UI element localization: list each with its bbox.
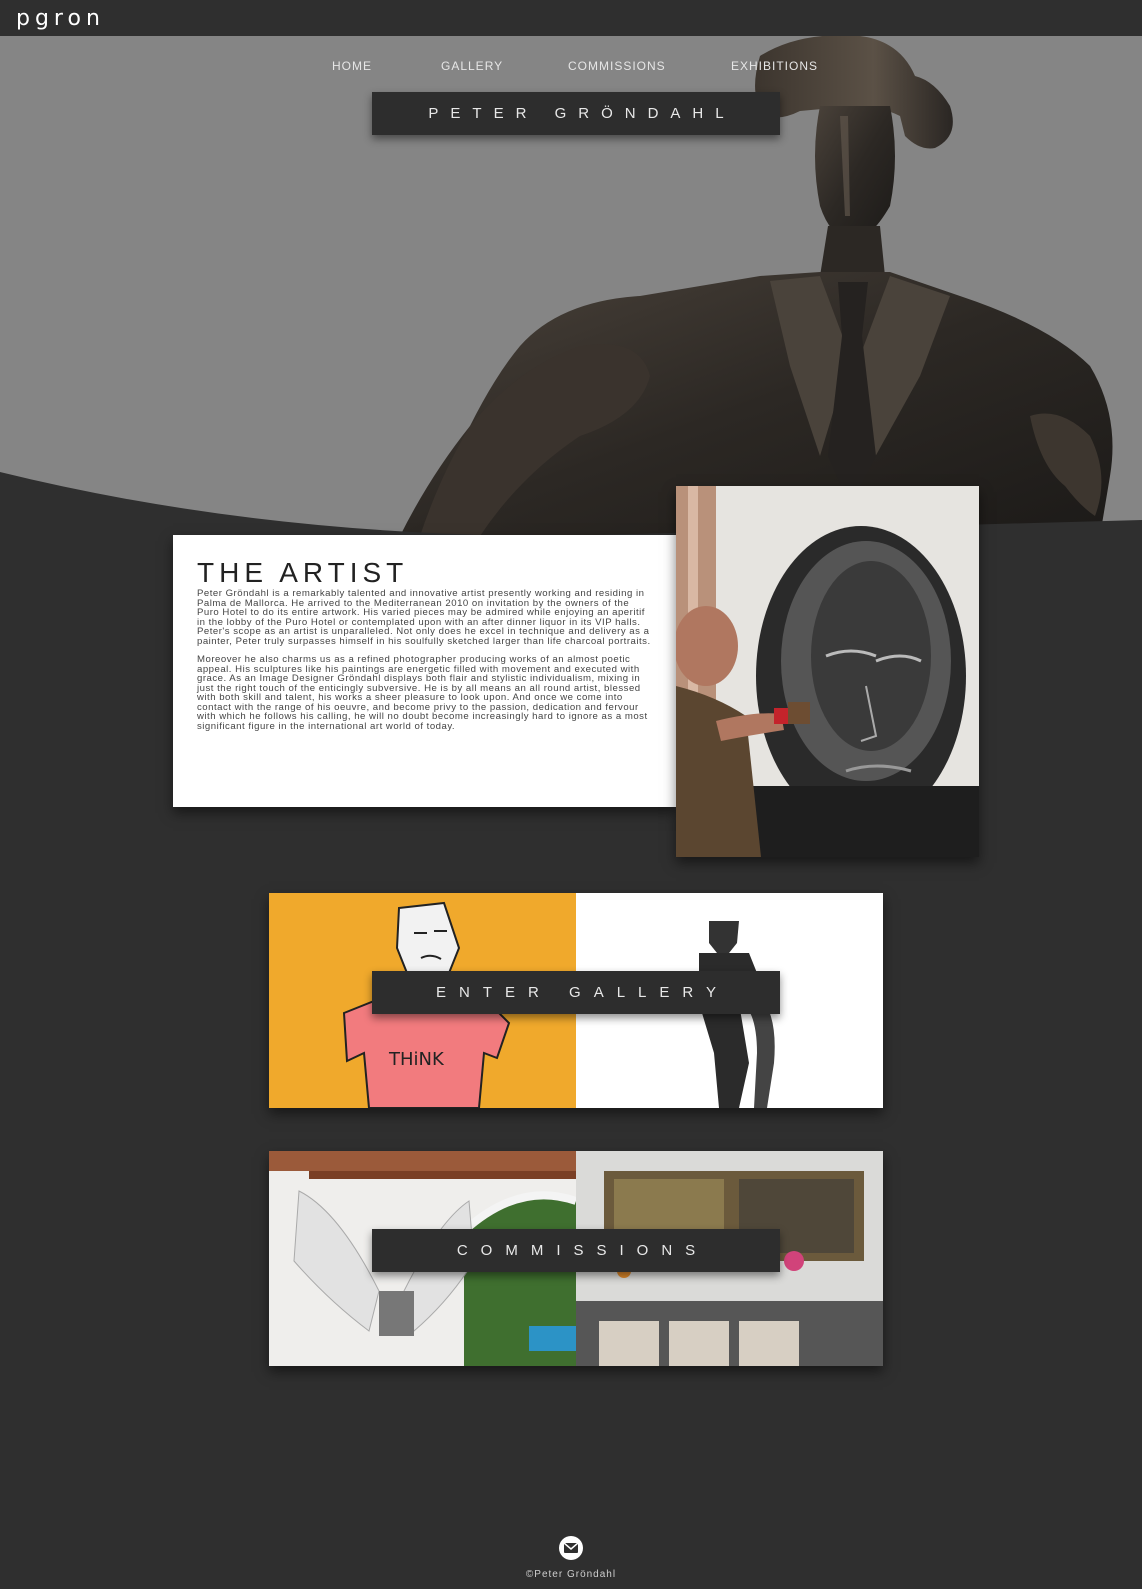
site-logo[interactable]: pgron: [16, 6, 105, 31]
envelope-icon[interactable]: [559, 1536, 583, 1560]
enter-gallery-button[interactable]: ENTER GALLERY: [372, 971, 780, 1014]
nav-exhibitions[interactable]: EXHIBITIONS: [731, 59, 818, 73]
footer-copyright: ©Peter Gröndahl: [525, 1569, 617, 1580]
commissions-button[interactable]: COMMISSIONS: [372, 1229, 780, 1272]
artist-photo: [676, 486, 979, 857]
nav-home[interactable]: HOME: [332, 59, 372, 73]
main-nav: HOME GALLERY COMMISSIONS EXHIBITIONS: [0, 59, 1142, 73]
artist-card: THE ARTIST Peter Gröndahl is a remarkabl…: [173, 535, 676, 807]
nav-commissions[interactable]: COMMISSIONS: [568, 59, 666, 73]
page-title: PETER GRÖNDAHL: [428, 105, 736, 122]
tshirt-text: THiNK: [388, 1049, 445, 1070]
artist-paragraph-2: Moreover he also charms us as a refined …: [197, 654, 648, 732]
commissions-panel[interactable]: COMMISSIONS: [269, 1151, 883, 1366]
top-bar: pgron: [0, 0, 1142, 36]
hero-title-box: PETER GRÖNDAHL: [372, 92, 780, 135]
gallery-panel[interactable]: THiNK ENTER GALLERY: [269, 893, 883, 1108]
nav-gallery[interactable]: GALLERY: [441, 59, 503, 73]
artist-paragraph-1: Peter Gröndahl is a remarkably talented …: [197, 588, 651, 647]
artist-heading: THE ARTIST: [197, 557, 409, 588]
